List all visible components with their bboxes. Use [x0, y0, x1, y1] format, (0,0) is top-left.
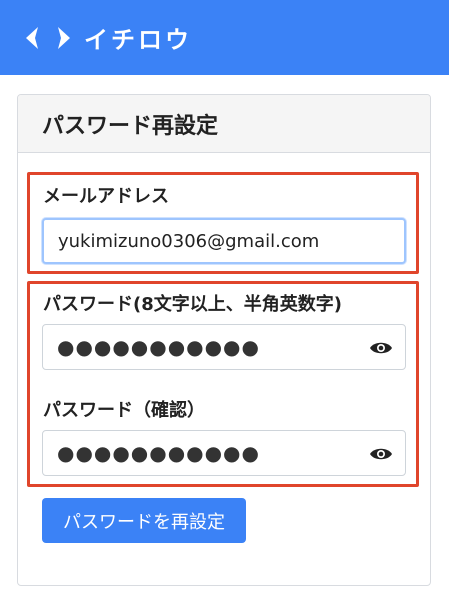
- brand-name: イチロウ: [84, 26, 192, 54]
- password-value: ●●●●●●●●●●●: [57, 335, 260, 359]
- app-header: イチロウ: [0, 0, 449, 75]
- eye-icon[interactable]: [369, 340, 393, 360]
- email-field[interactable]: yukimizuno0306@gmail.com: [42, 218, 406, 264]
- password-confirm-label: パスワード（確認）: [43, 400, 205, 421]
- chevron-logo-icon: [22, 24, 74, 52]
- reset-password-button[interactable]: パスワードを再設定: [42, 498, 246, 543]
- email-value: yukimizuno0306@gmail.com: [58, 230, 320, 252]
- password-confirm-value: ●●●●●●●●●●●: [57, 441, 260, 465]
- password-field[interactable]: ●●●●●●●●●●●: [42, 324, 406, 370]
- email-label: メールアドレス: [43, 186, 169, 207]
- brand-logo[interactable]: イチロウ: [22, 20, 192, 55]
- eye-icon[interactable]: [369, 446, 393, 466]
- password-confirm-field[interactable]: ●●●●●●●●●●●: [42, 430, 406, 476]
- password-label: パスワード(8文字以上、半角英数字): [43, 294, 342, 315]
- card-header: パスワード再設定: [18, 95, 430, 153]
- page-title: パスワード再設定: [42, 113, 219, 139]
